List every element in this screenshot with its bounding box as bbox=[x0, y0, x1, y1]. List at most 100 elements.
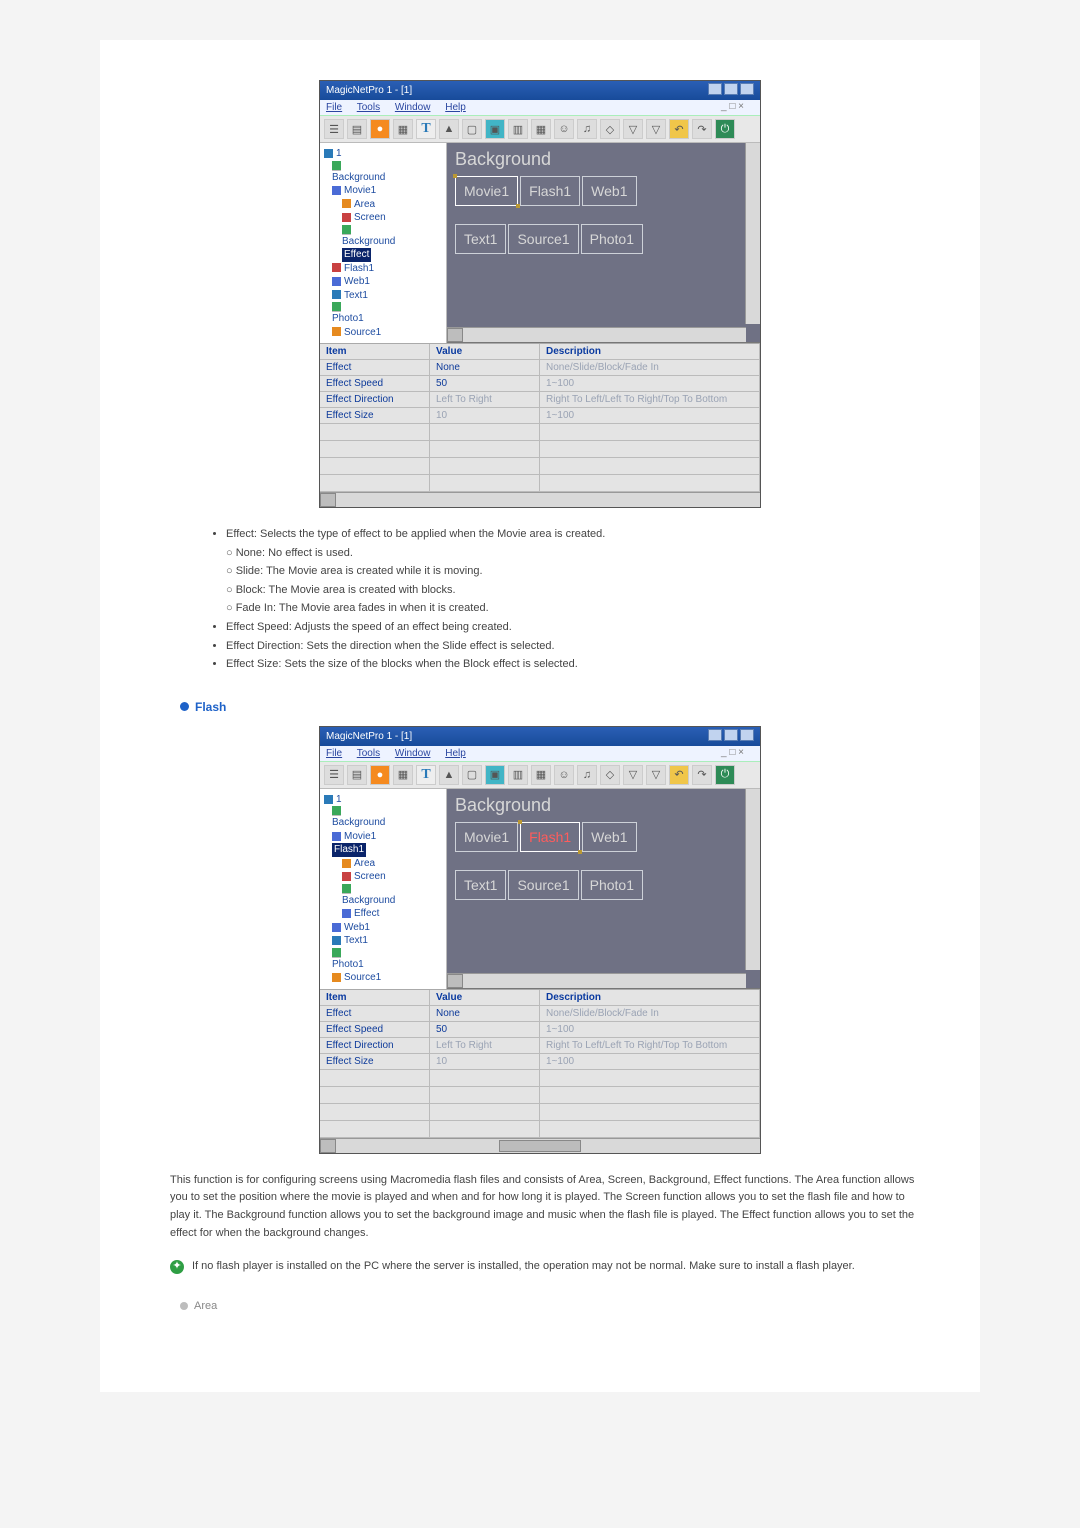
toolbar-btn[interactable]: ♫ bbox=[577, 119, 597, 139]
toolbar-btn[interactable]: ▦ bbox=[531, 119, 551, 139]
grid-row-direction[interactable]: Effect DirectionLeft To RightRight To Le… bbox=[320, 1038, 760, 1054]
tree-item-screen[interactable]: Screen bbox=[342, 870, 444, 884]
toolbar-record-icon[interactable]: ● bbox=[370, 119, 390, 139]
toolbar-btn[interactable]: ▦ bbox=[393, 119, 413, 139]
menu-bar[interactable]: File Tools Window Help _ □ × bbox=[320, 746, 760, 762]
menu-help[interactable]: Help bbox=[445, 102, 466, 113]
canvas-photo1[interactable]: Photo1 bbox=[581, 224, 643, 254]
toolbar-text-icon[interactable]: T bbox=[416, 765, 436, 785]
canvas-photo1[interactable]: Photo1 bbox=[581, 870, 643, 900]
window-controls[interactable] bbox=[706, 83, 754, 98]
tree-item-source1[interactable]: Source1 bbox=[332, 326, 444, 340]
toolbar-power-icon[interactable]: ⏻ bbox=[715, 765, 735, 785]
canvas-vscroll[interactable] bbox=[745, 143, 760, 324]
menu-tools[interactable]: Tools bbox=[357, 102, 380, 113]
menu-file[interactable]: File bbox=[326, 748, 342, 759]
canvas-hscroll[interactable] bbox=[447, 327, 746, 342]
tree-item-text1[interactable]: Text1 bbox=[332, 289, 444, 303]
toolbar-redo-icon[interactable]: ↷ bbox=[692, 119, 712, 139]
toolbar-btn[interactable]: ▤ bbox=[347, 765, 367, 785]
canvas-web1[interactable]: Web1 bbox=[582, 822, 636, 852]
grid-row-effect[interactable]: EffectNoneNone/Slide/Block/Fade In bbox=[320, 1006, 760, 1022]
toolbar-undo-icon[interactable]: ↶ bbox=[669, 765, 689, 785]
toolbar-btn[interactable]: ▽ bbox=[646, 119, 666, 139]
toolbar-btn[interactable]: ▲ bbox=[439, 119, 459, 139]
grid-row-size[interactable]: Effect Size 10 1~100 bbox=[320, 408, 760, 424]
toolbar-btn[interactable]: ▽ bbox=[623, 765, 643, 785]
grid-row-speed[interactable]: Effect Speed 50 1~100 bbox=[320, 376, 760, 392]
tree-item-area[interactable]: Area bbox=[342, 857, 444, 871]
toolbar-btn[interactable]: ▥ bbox=[508, 765, 528, 785]
tree-item-area[interactable]: Area bbox=[342, 198, 444, 212]
tree-item-photo1[interactable]: Photo1 bbox=[332, 302, 444, 326]
toolbar-btn[interactable]: ▤ bbox=[347, 119, 367, 139]
menu-window[interactable]: Window bbox=[395, 102, 431, 113]
toolbar-btn[interactable]: ▣ bbox=[485, 119, 505, 139]
menu-tools[interactable]: Tools bbox=[357, 748, 380, 759]
toolbar-btn[interactable]: ☰ bbox=[324, 765, 344, 785]
tree-item-background[interactable]: Background bbox=[332, 161, 444, 185]
tree-item-source1[interactable]: Source1 bbox=[332, 971, 444, 985]
toolbar-btn[interactable]: ▽ bbox=[623, 119, 643, 139]
grid-row-direction[interactable]: Effect Direction Left To Right Right To … bbox=[320, 392, 760, 408]
tree-item-movie1[interactable]: Movie1 bbox=[332, 830, 444, 844]
grid-hscroll[interactable] bbox=[320, 1138, 760, 1153]
canvas-web1[interactable]: Web1 bbox=[582, 176, 636, 206]
toolbar-btn[interactable]: ▢ bbox=[462, 119, 482, 139]
toolbar-undo-icon[interactable]: ↶ bbox=[669, 119, 689, 139]
toolbar-btn[interactable]: ◇ bbox=[600, 119, 620, 139]
doc-window-controls[interactable]: _ □ × bbox=[721, 101, 744, 112]
window-titlebar[interactable]: MagicNetPro 1 - [1] bbox=[320, 727, 760, 746]
canvas-movie1[interactable]: Movie1 bbox=[455, 176, 518, 206]
grid-row-size[interactable]: Effect Size101~100 bbox=[320, 1054, 760, 1070]
toolbar-btn[interactable]: ☰ bbox=[324, 119, 344, 139]
canvas-vscroll[interactable] bbox=[745, 789, 760, 970]
window-controls[interactable] bbox=[706, 729, 754, 744]
tree-item-effect[interactable]: Effect bbox=[342, 248, 444, 262]
toolbar-btn[interactable]: ▥ bbox=[508, 119, 528, 139]
tree-item-background[interactable]: Background bbox=[332, 806, 444, 830]
tree-item-text1[interactable]: Text1 bbox=[332, 934, 444, 948]
toolbar-record-icon[interactable]: ● bbox=[370, 765, 390, 785]
toolbar-btn[interactable]: ▦ bbox=[531, 765, 551, 785]
tree-root[interactable]: 1 bbox=[324, 147, 444, 161]
toolbar-btn[interactable]: ▢ bbox=[462, 765, 482, 785]
grid-row-speed[interactable]: Effect Speed501~100 bbox=[320, 1022, 760, 1038]
menu-bar[interactable]: File Tools Window Help _ □ × bbox=[320, 100, 760, 116]
tree-item-web1[interactable]: Web1 bbox=[332, 921, 444, 935]
toolbar-btn[interactable]: ▦ bbox=[393, 765, 413, 785]
tree-panel[interactable]: 1 Background Movie1 Flash1 Area Screen B… bbox=[320, 789, 447, 989]
grid-hscroll[interactable] bbox=[320, 492, 760, 507]
tree-item-flash1[interactable]: Flash1 bbox=[332, 843, 444, 857]
doc-window-controls[interactable]: _ □ × bbox=[721, 747, 744, 758]
tree-panel[interactable]: 1 Background Movie1 Area Screen Backgrou… bbox=[320, 143, 447, 343]
window-titlebar[interactable]: MagicNetPro 1 - [1] bbox=[320, 81, 760, 100]
tree-item-flash1[interactable]: Flash1 bbox=[332, 262, 444, 276]
grid-row-effect[interactable]: Effect None None/Slide/Block/Fade In bbox=[320, 360, 760, 376]
menu-window[interactable]: Window bbox=[395, 748, 431, 759]
canvas-flash1[interactable]: Flash1 bbox=[520, 822, 580, 852]
tree-item-screen[interactable]: Screen bbox=[342, 211, 444, 225]
toolbar-btn[interactable]: ♫ bbox=[577, 765, 597, 785]
canvas-flash1[interactable]: Flash1 bbox=[520, 176, 580, 206]
toolbar-btn[interactable]: ▽ bbox=[646, 765, 666, 785]
canvas-source1[interactable]: Source1 bbox=[508, 870, 578, 900]
tree-item-effect[interactable]: Effect bbox=[342, 907, 444, 921]
canvas-text1[interactable]: Text1 bbox=[455, 224, 506, 254]
toolbar-text-icon[interactable]: T bbox=[416, 119, 436, 139]
canvas[interactable]: Background Movie1 Flash1 Web1 Text1 Sour… bbox=[447, 789, 760, 989]
canvas-text1[interactable]: Text1 bbox=[455, 870, 506, 900]
menu-help[interactable]: Help bbox=[445, 748, 466, 759]
canvas-hscroll[interactable] bbox=[447, 973, 746, 988]
canvas[interactable]: Background Movie1 Flash1 Web1 Text1 Sour… bbox=[447, 143, 760, 343]
tree-item-background2[interactable]: Background bbox=[342, 884, 444, 908]
toolbar-btn[interactable]: ▲ bbox=[439, 765, 459, 785]
tree-item-web1[interactable]: Web1 bbox=[332, 275, 444, 289]
toolbar-redo-icon[interactable]: ↷ bbox=[692, 765, 712, 785]
tree-item-movie1[interactable]: Movie1 bbox=[332, 184, 444, 198]
toolbar-btn[interactable]: ▣ bbox=[485, 765, 505, 785]
toolbar-btn[interactable]: ☺ bbox=[554, 765, 574, 785]
canvas-source1[interactable]: Source1 bbox=[508, 224, 578, 254]
tree-item-background2[interactable]: Background bbox=[342, 225, 444, 249]
canvas-movie1[interactable]: Movie1 bbox=[455, 822, 518, 852]
